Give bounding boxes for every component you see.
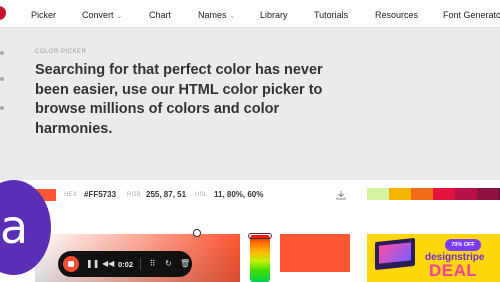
screen-recorder-bar: ❚❚ ◀◀ 0:02 ⠿ ↻ 🗑 (58, 251, 192, 277)
divider (140, 258, 142, 270)
rgb-value[interactable]: 255, 87, 51 (146, 190, 186, 199)
drag-handle-icon[interactable]: ⠿ (148, 260, 157, 268)
tint-swatch[interactable] (367, 188, 389, 200)
nav-convert[interactable]: Convert ⌄ (82, 10, 122, 20)
page-headline: Searching for that perfect color has nev… (35, 62, 323, 137)
color-preview (280, 234, 350, 272)
nav-label: Picker (31, 10, 57, 20)
download-icon[interactable] (336, 190, 346, 200)
hex-value[interactable]: #FF5733 (84, 190, 116, 199)
nav-label: Chart (149, 10, 172, 20)
chevron-down-icon: ⌄ (116, 13, 123, 20)
tint-swatch[interactable] (477, 188, 499, 200)
color-info-row: HEX #FF5733 RGB 255, 87, 51 HSL 11, 80%,… (0, 180, 500, 210)
discount-badge: 70% OFF (445, 239, 481, 251)
nav-picker[interactable]: Picker (31, 10, 56, 20)
restart-icon[interactable]: ↻ (164, 260, 173, 268)
hue-slider[interactable] (250, 235, 270, 282)
rgb-label: RGB (127, 192, 141, 198)
side-dot-icon (0, 51, 4, 55)
hue-slider-handle[interactable] (248, 233, 272, 239)
side-dot-icon (0, 77, 4, 81)
nav-tutorials[interactable]: Tutorials (314, 10, 348, 20)
nav-label: Names (198, 10, 227, 20)
hsl-value[interactable]: 11, 80%, 60% (214, 190, 263, 199)
section-eyebrow: COLOR PICKER (35, 49, 87, 55)
logo-icon[interactable] (0, 6, 6, 20)
avatar-letter: a (0, 200, 29, 254)
tint-swatch[interactable] (411, 188, 433, 200)
advertisement[interactable]: 70% OFF designstripe DEAL (367, 234, 500, 282)
pause-icon[interactable]: ❚❚ (86, 260, 99, 268)
nav-library[interactable]: Library (260, 10, 288, 20)
laptop-illustration-icon (375, 237, 415, 271)
top-nav: Picker Convert ⌄ Chart Names ⌄ Library Tut… (0, 0, 500, 28)
recording-time: 0:02 (118, 259, 134, 269)
nav-label: Tutorials (314, 10, 349, 20)
tint-strip (367, 188, 500, 200)
ad-deal-text: DEAL (429, 261, 478, 280)
trash-icon[interactable]: 🗑 (180, 260, 190, 268)
nav-label: Font Generator (443, 10, 500, 20)
tint-swatch[interactable] (389, 188, 411, 200)
nav-chart[interactable]: Chart (149, 10, 171, 20)
nav-font-generator[interactable]: Font Generator (443, 10, 500, 20)
tint-swatch[interactable] (455, 188, 477, 200)
side-dot-icon (0, 106, 4, 110)
nav-label: Library (260, 10, 288, 20)
hsl-label: HSL (195, 192, 208, 198)
hero-section: COLOR PICKER Searching for that perfect … (0, 29, 500, 179)
chevron-down-icon: ⌄ (229, 13, 236, 20)
hex-label: HEX (64, 192, 78, 198)
nav-names[interactable]: Names ⌄ (198, 10, 235, 20)
nav-label: Convert (82, 10, 114, 20)
tint-swatch[interactable] (433, 188, 455, 200)
nav-label: Resources (375, 10, 419, 20)
picker-handle[interactable] (193, 229, 201, 237)
nav-resources[interactable]: Resources (375, 10, 418, 20)
stop-record-button[interactable] (63, 256, 79, 272)
rewind-icon[interactable]: ◀◀ (102, 260, 114, 268)
